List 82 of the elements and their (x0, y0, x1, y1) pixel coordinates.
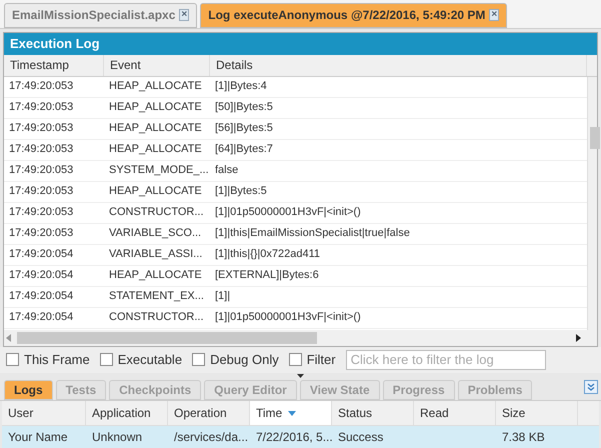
table-cell-text: 17:49:20:053 (8, 226, 74, 242)
sort-descending-icon (288, 410, 296, 416)
table-cell-text: [56]|Bytes:5 (214, 121, 274, 136)
table-cell-text: [1]|this|EmailMissionSpecialist|true|false (214, 226, 411, 242)
horizontal-scrollbar[interactable] (4, 330, 597, 346)
table-cell-text: VARIABLE_SCO... (108, 226, 202, 242)
table-cell-text: HEAP_ALLOCATE (108, 100, 203, 116)
checkbox-label: Debug Only (210, 351, 279, 370)
checkbox[interactable] (288, 353, 302, 366)
table-cell-text: Your Name (8, 429, 68, 446)
table-cell-text: SYSTEM_MODE_... (108, 163, 210, 178)
column-label: Time (256, 405, 282, 422)
editor-tab[interactable]: EmailMissionSpecialist.apxc × (4, 2, 198, 28)
table-cell-text: [1]|Bytes:4 (214, 79, 268, 94)
column-header[interactable]: Event (104, 54, 210, 76)
table-cell-text: HEAP_ALLOCATE (108, 142, 203, 158)
close-button[interactable]: × (179, 9, 190, 22)
table-cell-text: [1]|01p50000001H3vF|<init>() (214, 205, 362, 220)
column-label: Status (338, 405, 372, 422)
table-cell-text: [1]|Bytes:5 (214, 184, 268, 200)
checkbox[interactable] (192, 353, 206, 366)
scroll-left-icon[interactable] (6, 334, 11, 342)
table-cell-text: 17:49:20:054 (8, 289, 74, 304)
close-button[interactable]: × (489, 9, 500, 22)
table-cell-text: [1]|01p50000001H3vF|<init>() (214, 310, 362, 326)
table-cell-text: HEAP_ALLOCATE (108, 79, 203, 94)
column-label: Read (420, 405, 449, 422)
table-cell-text: 17:49:20:054 (8, 268, 74, 284)
checkbox-label: Filter (306, 351, 336, 370)
table-cell-text: [1]|this|{}|0x722ad411 (214, 247, 322, 262)
column-label: Application (92, 405, 151, 422)
checkbox[interactable] (100, 353, 113, 366)
table-cell-text: 17:49:20:054 (8, 247, 74, 262)
table-cell-text: Success (338, 429, 384, 446)
column-header[interactable]: Application (86, 401, 168, 425)
table-cell-text: [EXTERNAL]|Bytes:6 (214, 268, 320, 284)
scroll-right-icon[interactable] (576, 334, 581, 342)
table-cell-text: CONSTRUCTOR... (108, 205, 205, 220)
table-cell-text: HEAP_ALLOCATE (108, 184, 203, 200)
table-cell-text: 17:49:20:053 (8, 184, 74, 200)
table-cell-text: [64]|Bytes:7 (214, 142, 274, 158)
table-cell-text: 7.38 KB (502, 429, 545, 446)
panel-header: Execution Log (4, 32, 597, 55)
filter-field[interactable]: Click here to filter the log (346, 350, 546, 370)
table-cell-text: 17:49:20:053 (8, 205, 74, 220)
tab-label: EmailMissionSpecialist.apxc (12, 7, 176, 24)
table-cell-text: 7/22/2016, 5... (256, 429, 333, 446)
column-label: User (8, 405, 34, 422)
table-cell-text: HEAP_ALLOCATE (108, 121, 203, 136)
table-cell-text: CONSTRUCTOR... (108, 310, 205, 326)
column-header[interactable]: Status (332, 401, 414, 425)
column-header[interactable]: Timestamp (4, 54, 104, 76)
table-cell-text: 17:49:20:053 (8, 142, 74, 158)
vertical-scrollbar[interactable] (587, 76, 597, 330)
table-cell-text: 17:49:20:053 (8, 79, 74, 94)
collapse-icon[interactable] (584, 380, 598, 394)
table-cell-text: 17:49:20:053 (8, 100, 74, 116)
table-cell-text: [1]| (214, 289, 232, 304)
table-cell-text: 17:49:20:054 (8, 310, 74, 326)
tab[interactable]: Logs (4, 380, 53, 400)
checkbox[interactable] (6, 353, 19, 366)
table-row[interactable]: Your Name Unknown /services/da... 7/22/2016, 5... Success 7.38 KB (2, 426, 599, 448)
column-header[interactable]: Size (496, 401, 578, 425)
column-header[interactable]: Time (250, 401, 332, 425)
checkbox-label: Executable (118, 351, 182, 370)
table-cell-text: Unknown (92, 429, 142, 446)
column-label: Operation (174, 405, 227, 422)
table-cell-text: /services/da... (174, 429, 248, 446)
column-header[interactable]: Details (210, 54, 587, 76)
table-cell-text: 17:49:20:053 (8, 163, 74, 178)
table-cell-text: [50]|Bytes:5 (214, 100, 274, 116)
table-cell-text: STATEMENT_EX... (108, 289, 205, 304)
table-cell-text: false (214, 163, 240, 178)
column-label: Size (502, 405, 526, 422)
checkbox-label: This Frame (24, 351, 90, 370)
column-header[interactable]: Read (414, 401, 496, 425)
table-cell-text: HEAP_ALLOCATE (108, 268, 203, 284)
table-cell-text: 17:49:20:053 (8, 121, 74, 136)
tab-label: Log executeAnonymous @7/22/2016, 5:49:20 PM (208, 7, 486, 24)
editor-tab[interactable]: Log executeAnonymous @7/22/2016, 5:49:20 PM × (200, 2, 508, 28)
column-header[interactable]: User (2, 401, 86, 425)
table-cell-text: VARIABLE_ASSI... (108, 247, 204, 262)
